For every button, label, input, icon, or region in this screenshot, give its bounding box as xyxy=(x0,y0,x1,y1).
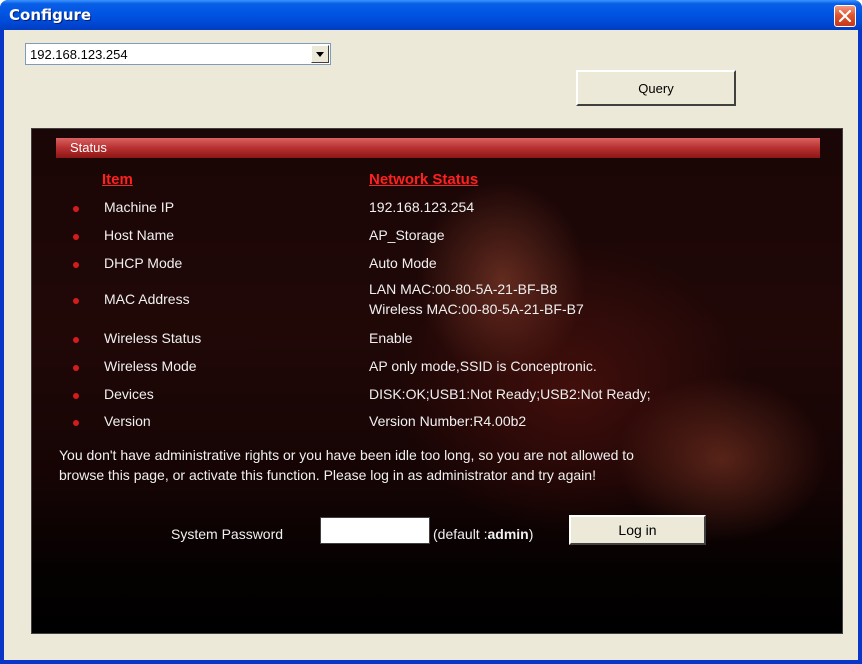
default-hint-prefix: (default : xyxy=(433,526,488,542)
bullet-icon xyxy=(73,234,79,240)
bullet-icon xyxy=(73,393,79,399)
system-password-input[interactable] xyxy=(320,517,430,544)
default-hint-value: admin xyxy=(487,526,529,542)
close-icon xyxy=(839,10,851,22)
chevron-down-icon xyxy=(316,51,324,57)
bullet-icon xyxy=(73,365,79,371)
row-label-devices: Devices xyxy=(104,386,154,402)
column-header-network-status: Network Status xyxy=(369,171,479,188)
bullet-icon xyxy=(73,420,79,426)
title-bar[interactable]: Configure xyxy=(0,0,862,30)
close-button[interactable] xyxy=(834,5,856,27)
bullet-icon xyxy=(73,262,79,268)
address-combobox[interactable]: 192.168.123.254 xyxy=(25,43,331,65)
row-label-dhcp-mode: DHCP Mode xyxy=(104,255,183,271)
row-label-host-name: Host Name xyxy=(104,227,175,243)
row-value-wireless-mode: AP only mode,SSID is Conceptronic. xyxy=(369,358,597,374)
status-panel: Status Item Network Status Machine IP 19… xyxy=(31,128,843,634)
row-label-mac-address: MAC Address xyxy=(104,291,190,307)
window-title: Configure xyxy=(9,6,92,24)
status-section-header: Status xyxy=(56,138,820,158)
bullet-icon xyxy=(73,206,79,212)
row-label-machine-ip: Machine IP xyxy=(104,199,175,215)
address-combobox-value: 192.168.123.254 xyxy=(30,46,128,62)
bullet-icon xyxy=(73,337,79,343)
notice-line-1: You don't have administrative rights or … xyxy=(59,447,634,463)
row-value-machine-ip: 192.168.123.254 xyxy=(369,199,475,215)
notice-line-2: browse this page, or activate this funct… xyxy=(59,467,596,483)
row-value-wireless-status: Enable xyxy=(369,330,413,346)
row-value-devices: DISK:OK;USB1:Not Ready;USB2:Not Ready; xyxy=(369,386,651,402)
default-password-hint: (default :admin) xyxy=(433,526,533,542)
log-in-button[interactable]: Log in xyxy=(569,515,706,545)
default-hint-suffix: ) xyxy=(528,526,534,542)
row-label-wireless-mode: Wireless Mode xyxy=(104,358,197,374)
row-value-host-name: AP_Storage xyxy=(369,227,445,243)
dropdown-arrow-button[interactable] xyxy=(311,45,329,63)
access-denied-notice: You don't have administrative rights or … xyxy=(59,445,819,485)
row-label-version: Version xyxy=(104,413,151,429)
system-password-label: System Password xyxy=(171,526,284,542)
column-header-item: Item xyxy=(102,171,133,188)
row-value-wireless-mac: Wireless MAC:00-80-5A-21-BF-B7 xyxy=(369,301,584,317)
row-value-dhcp-mode: Auto Mode xyxy=(369,255,437,271)
row-value-version: Version Number:R4.00b2 xyxy=(369,413,527,429)
bullet-icon xyxy=(73,298,79,304)
row-value-lan-mac: LAN MAC:00-80-5A-21-BF-B8 xyxy=(369,281,558,297)
query-button[interactable]: Query xyxy=(576,70,736,106)
row-label-wireless-status: Wireless Status xyxy=(104,330,202,346)
